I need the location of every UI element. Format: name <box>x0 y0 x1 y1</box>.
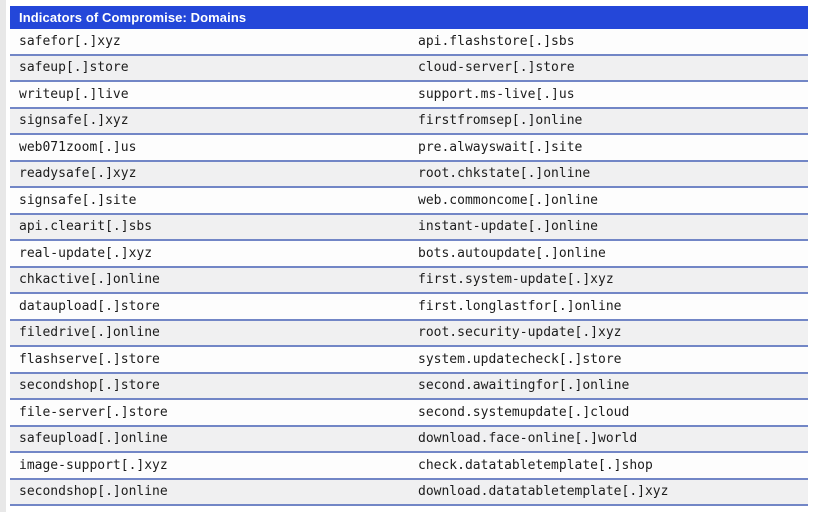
table-body: safefor[.]xyz api.flashstore[.]sbs safeup[… <box>10 29 808 506</box>
domain-cell: system.updatecheck[.]store <box>418 351 622 367</box>
domain-cell: file-server[.]store <box>19 404 168 420</box>
table-row: safefor[.]xyz api.flashstore[.]sbs <box>10 29 808 56</box>
domain-cell: image-support[.]xyz <box>19 457 168 473</box>
domain-cell: bots.autoupdate[.]online <box>418 245 606 261</box>
domain-cell: download.datatabletemplate[.]xyz <box>418 484 669 500</box>
table-row: secondshop[.]store second.awaitingfor[.]o… <box>10 373 808 400</box>
domain-cell: first.longlastfor[.]online <box>418 298 622 314</box>
domain-cell: secondshop[.]store <box>19 378 160 394</box>
domain-cell: instant-update[.]online <box>418 219 599 235</box>
domain-cell: check.datatabletemplate[.]shop <box>418 457 653 473</box>
domain-cell: firstfromsep[.]online <box>418 113 583 129</box>
domain-cell: dataupload[.]store <box>19 298 160 314</box>
domain-cell: api.flashstore[.]sbs <box>418 33 575 49</box>
domain-cell: safeup[.]store <box>19 60 129 76</box>
domain-cell: web.commoncome[.]online <box>418 192 599 208</box>
table-row: safeupload[.]online download.face-online[… <box>10 426 808 453</box>
domain-cell: web071zoom[.]us <box>19 139 137 155</box>
table-row: real-update[.]xyz bots.autoupdate[.]onlin… <box>10 241 808 268</box>
domain-cell: secondshop[.]online <box>19 484 168 500</box>
table-row: image-support[.]xyz check.datatabletempla… <box>10 453 808 480</box>
table-row: dataupload[.]store first.longlastfor[.]on… <box>10 294 808 321</box>
domain-cell: chkactive[.]online <box>19 272 160 288</box>
domain-cell: second.awaitingfor[.]online <box>418 378 630 394</box>
table-header-title: Indicators of Compromise: Domains <box>10 6 808 29</box>
domain-cell: signsafe[.]xyz <box>19 113 129 129</box>
table-row: readysafe[.]xyz root.chkstate[.]online <box>10 161 808 188</box>
domain-cell: writeup[.]live <box>19 86 129 102</box>
ioc-domains-table: Indicators of Compromise: Domains safefo… <box>10 6 808 506</box>
domain-cell: readysafe[.]xyz <box>19 166 137 182</box>
table-row: secondshop[.]online download.datatabletem… <box>10 479 808 506</box>
table-row: file-server[.]store second.systemupdate[.… <box>10 400 808 427</box>
domain-cell: download.face-online[.]world <box>418 431 638 447</box>
domain-cell: api.clearit[.]sbs <box>19 219 153 235</box>
domain-cell: filedrive[.]online <box>19 325 160 341</box>
domain-cell: safeupload[.]online <box>19 431 168 447</box>
domain-cell: signsafe[.]site <box>19 192 137 208</box>
table-row: chkactive[.]online first.system-update[.]… <box>10 267 808 294</box>
domain-cell: second.systemupdate[.]cloud <box>418 404 630 420</box>
table-row: filedrive[.]online root.security-update[.… <box>10 320 808 347</box>
domain-cell: safefor[.]xyz <box>19 33 121 49</box>
table-row: signsafe[.]site web.commoncome[.]online <box>10 188 808 215</box>
table-row: web071zoom[.]us pre.alwayswait[.]site <box>10 135 808 162</box>
page-left-margin-strip <box>0 0 6 512</box>
table-row: signsafe[.]xyz firstfromsep[.]online <box>10 108 808 135</box>
table-row: flashserve[.]store system.updatecheck[.]s… <box>10 347 808 374</box>
domain-cell: pre.alwayswait[.]site <box>418 139 583 155</box>
domain-cell: support.ms-live[.]us <box>418 86 575 102</box>
table-row: api.clearit[.]sbs instant-update[.]online <box>10 214 808 241</box>
table-row: safeup[.]store cloud-server[.]store <box>10 55 808 82</box>
domain-cell: flashserve[.]store <box>19 351 160 367</box>
domain-cell: first.system-update[.]xyz <box>418 272 614 288</box>
domain-cell: real-update[.]xyz <box>19 245 153 261</box>
table-row: writeup[.]live support.ms-live[.]us <box>10 82 808 109</box>
domain-cell: cloud-server[.]store <box>418 60 575 76</box>
domain-cell: root.security-update[.]xyz <box>418 325 622 341</box>
domain-cell: root.chkstate[.]online <box>418 166 591 182</box>
